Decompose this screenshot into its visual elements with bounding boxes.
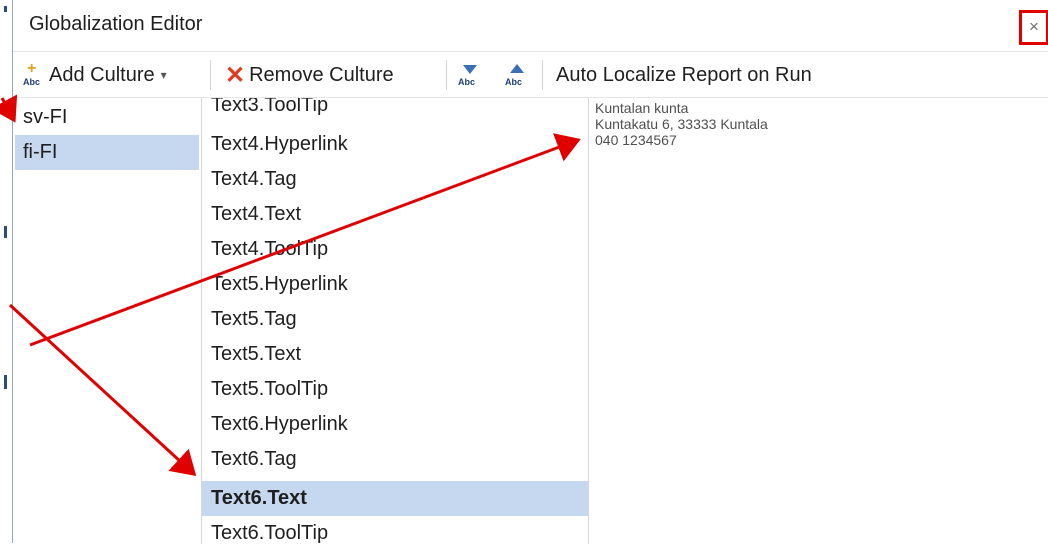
annotation-arrow-to-culture: [0, 94, 18, 123]
annotation-arrows: [0, 94, 581, 477]
annotation-arrow-to-value: [29, 133, 581, 347]
annotation-arrow-to-resource: [8, 303, 197, 477]
